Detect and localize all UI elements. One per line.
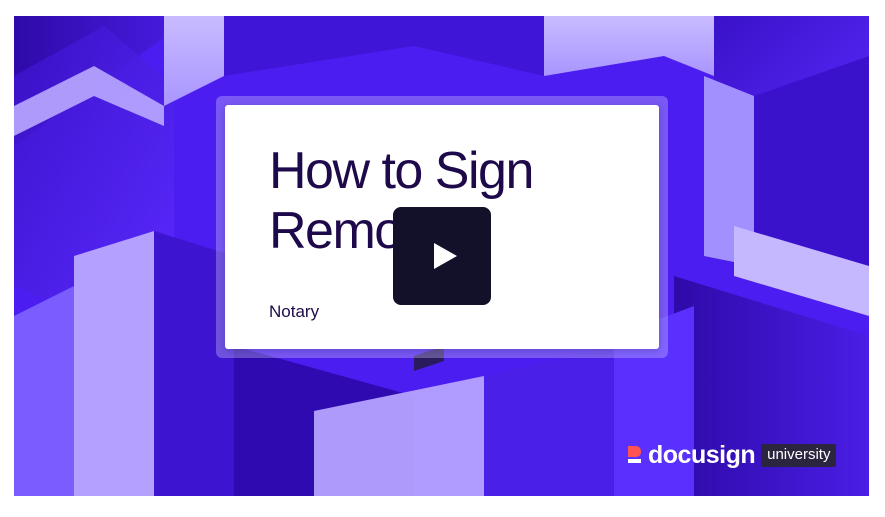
brand-tag: university [761, 443, 837, 467]
docusign-logo-icon [628, 446, 641, 463]
video-subtitle: Notary [269, 302, 320, 321]
play-button[interactable] [393, 207, 491, 305]
docusign-university-logo: docusign university [626, 440, 837, 470]
brand-wordmark: docusign [648, 441, 756, 469]
video-player[interactable]: How to Sign Remotely Notary docusign uni… [14, 16, 869, 496]
play-icon [433, 243, 457, 269]
